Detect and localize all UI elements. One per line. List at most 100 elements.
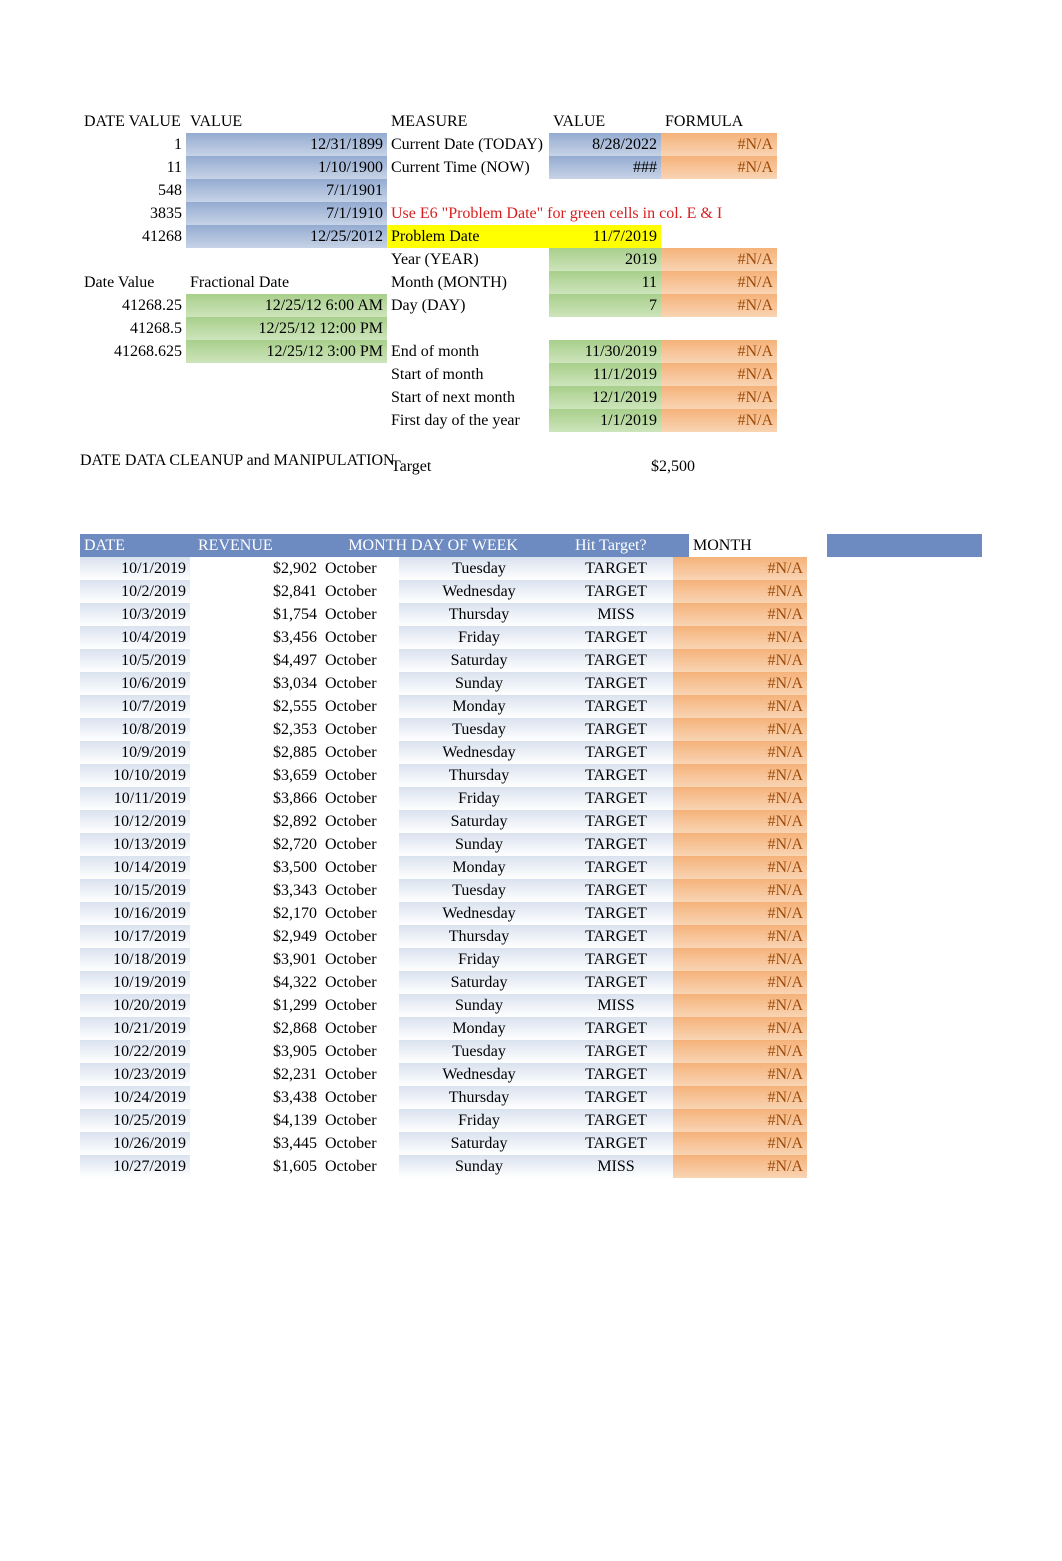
- cell-revenue: $2,170: [190, 902, 321, 925]
- cell-date: 10/3/2019: [80, 603, 190, 626]
- cell-hit-target: TARGET: [559, 787, 673, 810]
- measure-label: Current Time (NOW): [387, 156, 549, 179]
- fractional-date-value: 41268.5: [80, 317, 186, 340]
- cell-month: October: [321, 764, 399, 787]
- date-value-row: 112/31/1899: [80, 133, 387, 156]
- cell-month: October: [321, 695, 399, 718]
- cell-date: 10/10/2019: [80, 764, 190, 787]
- cell-dow: Sunday: [399, 1155, 559, 1178]
- cell-revenue: $2,949: [190, 925, 321, 948]
- cell-dow: Sunday: [399, 833, 559, 856]
- value-cell: 12/25/2012: [186, 225, 387, 248]
- cell-month: October: [321, 672, 399, 695]
- header-value: VALUE: [186, 110, 387, 133]
- cell-month-formula: #N/A: [673, 557, 807, 580]
- cell-date: 10/1/2019: [80, 557, 190, 580]
- table-row: 10/23/2019$2,231OctoberWednesdayTARGET#N…: [80, 1063, 982, 1086]
- table-row: 10/17/2019$2,949OctoberThursdayTARGET#N/…: [80, 925, 982, 948]
- fractional-row: 41268.62512/25/12 3:00 PM: [80, 340, 387, 363]
- th-date: DATE: [80, 534, 194, 557]
- cell-dow: Friday: [399, 1109, 559, 1132]
- cell-month: October: [321, 580, 399, 603]
- cell-dow: Sunday: [399, 672, 559, 695]
- measure-value: 8/28/2022: [549, 133, 661, 156]
- cell-month: October: [321, 833, 399, 856]
- cell-hit-target: TARGET: [559, 1109, 673, 1132]
- cell-month-formula: #N/A: [673, 833, 807, 856]
- measure-value: 12/1/2019: [549, 386, 661, 409]
- cell-hit-target: TARGET: [559, 1040, 673, 1063]
- table-row: 10/16/2019$2,170OctoberWednesdayTARGET#N…: [80, 902, 982, 925]
- cell-dow: Thursday: [399, 603, 559, 626]
- header-value-r: VALUE: [549, 110, 661, 133]
- cell-hit-target: TARGET: [559, 833, 673, 856]
- cell-month: October: [321, 1155, 399, 1178]
- cell-hit-target: TARGET: [559, 557, 673, 580]
- table-row: 10/18/2019$3,901OctoberFridayTARGET#N/A: [80, 948, 982, 971]
- measure-label: Current Date (TODAY): [387, 133, 549, 156]
- th-hit: Hit Target?: [571, 534, 689, 557]
- cell-hit-target: TARGET: [559, 580, 673, 603]
- cell-date: 10/7/2019: [80, 695, 190, 718]
- cell-dow: Monday: [399, 856, 559, 879]
- cell-hit-target: TARGET: [559, 626, 673, 649]
- cell-revenue: $2,720: [190, 833, 321, 856]
- cell-revenue: $2,885: [190, 741, 321, 764]
- cell-date: 10/13/2019: [80, 833, 190, 856]
- cell-month: October: [321, 1040, 399, 1063]
- table-row: 10/24/2019$3,438OctoberThursdayTARGET#N/…: [80, 1086, 982, 1109]
- cell-dow: Saturday: [399, 1132, 559, 1155]
- cell-dow: Thursday: [399, 1086, 559, 1109]
- cell-month-formula: #N/A: [673, 856, 807, 879]
- formula-cell: #N/A: [661, 363, 777, 386]
- cell-month-formula: #N/A: [673, 902, 807, 925]
- cell-month-formula: #N/A: [673, 1063, 807, 1086]
- table-row: 10/4/2019$3,456OctoberFridayTARGET#N/A: [80, 626, 982, 649]
- cell-month: October: [321, 741, 399, 764]
- cell-month: October: [321, 1132, 399, 1155]
- th-dow: DAY OF WEEK: [407, 534, 571, 557]
- cell-hit-target: TARGET: [559, 718, 673, 741]
- table-header-row: DATE REVENUE MONTH DAY OF WEEK Hit Targe…: [80, 534, 982, 557]
- th-month2: MONTH: [689, 534, 827, 557]
- cell-hit-target: MISS: [559, 994, 673, 1017]
- cell-month: October: [321, 603, 399, 626]
- cell-hit-target: TARGET: [559, 672, 673, 695]
- cell-dow: Friday: [399, 787, 559, 810]
- fractional-date-value: 41268.25: [80, 294, 186, 317]
- cell-month: October: [321, 856, 399, 879]
- formula-cell: #N/A: [661, 386, 777, 409]
- cell-month: October: [321, 971, 399, 994]
- cell-date: 10/18/2019: [80, 948, 190, 971]
- cell-month-formula: #N/A: [673, 787, 807, 810]
- cell-hit-target: TARGET: [559, 1132, 673, 1155]
- cell-revenue: $3,343: [190, 879, 321, 902]
- table-row: 10/3/2019$1,754OctoberThursdayMISS#N/A: [80, 603, 982, 626]
- date-value-cell: 1: [80, 133, 186, 156]
- cell-revenue: $4,139: [190, 1109, 321, 1132]
- cell-date: 10/17/2019: [80, 925, 190, 948]
- measure-row: End of month11/30/2019#N/A: [387, 340, 967, 363]
- cell-date: 10/21/2019: [80, 1017, 190, 1040]
- cell-date: 10/2/2019: [80, 580, 190, 603]
- header-formula: FORMULA: [661, 110, 777, 133]
- cell-month: October: [321, 787, 399, 810]
- table-row: 10/6/2019$3,034OctoberSundayTARGET#N/A: [80, 672, 982, 695]
- value-cell: 7/1/1901: [186, 179, 387, 202]
- cell-month-formula: #N/A: [673, 1132, 807, 1155]
- cell-hit-target: TARGET: [559, 902, 673, 925]
- table-row: 10/14/2019$3,500OctoberMondayTARGET#N/A: [80, 856, 982, 879]
- header-date-value: DATE VALUE: [80, 110, 186, 133]
- cell-month-formula: #N/A: [673, 764, 807, 787]
- cell-hit-target: TARGET: [559, 925, 673, 948]
- cell-dow: Monday: [399, 1017, 559, 1040]
- table-row: 10/15/2019$3,343OctoberTuesdayTARGET#N/A: [80, 879, 982, 902]
- cell-hit-target: TARGET: [559, 1063, 673, 1086]
- cell-revenue: $3,901: [190, 948, 321, 971]
- cell-hit-target: TARGET: [559, 764, 673, 787]
- cell-hit-target: TARGET: [559, 879, 673, 902]
- table-row: 10/26/2019$3,445OctoberSaturdayTARGET#N/…: [80, 1132, 982, 1155]
- cell-date: 10/27/2019: [80, 1155, 190, 1178]
- measure-value: 7: [549, 294, 661, 317]
- cell-revenue: $2,841: [190, 580, 321, 603]
